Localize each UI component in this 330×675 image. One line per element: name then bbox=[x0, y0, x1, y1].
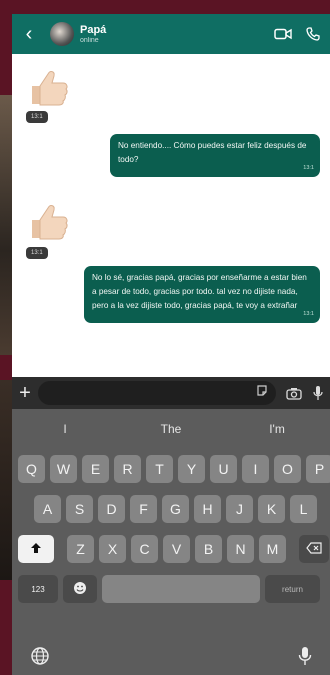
key-k[interactable]: K bbox=[258, 495, 285, 523]
sticker-icon[interactable] bbox=[256, 384, 268, 402]
phone-icon[interactable] bbox=[302, 23, 324, 45]
key-v[interactable]: V bbox=[163, 535, 190, 563]
message-text: No lo sé, gracias papá, gracias por ense… bbox=[92, 273, 307, 310]
numbers-key[interactable]: 123 bbox=[18, 575, 58, 603]
key-l[interactable]: L bbox=[290, 495, 317, 523]
message-input-bar: + bbox=[12, 377, 330, 409]
emoji-key[interactable] bbox=[63, 575, 97, 603]
plus-icon[interactable]: + bbox=[12, 383, 38, 403]
key-p[interactable]: P bbox=[306, 455, 330, 483]
key-q[interactable]: Q bbox=[18, 455, 45, 483]
contact-status: online bbox=[80, 36, 99, 44]
suggestion-item[interactable]: The bbox=[118, 422, 224, 436]
contact-info[interactable]: Papá online bbox=[80, 24, 264, 45]
key-g[interactable]: G bbox=[162, 495, 189, 523]
globe-icon[interactable] bbox=[30, 646, 50, 671]
key-row-4: 123 return bbox=[18, 575, 320, 603]
key-t[interactable]: T bbox=[146, 455, 173, 483]
key-m[interactable]: M bbox=[259, 535, 286, 563]
camera-icon[interactable] bbox=[282, 381, 306, 405]
dictation-icon[interactable] bbox=[298, 646, 312, 671]
back-arrow-icon[interactable]: ‹ bbox=[18, 24, 40, 44]
space-key[interactable] bbox=[102, 575, 260, 603]
suggestion-item[interactable]: I bbox=[12, 422, 118, 436]
message-timestamp: 13:1 bbox=[303, 311, 314, 317]
suggestion-bar: I The I'm bbox=[12, 409, 330, 449]
message-input[interactable] bbox=[38, 381, 276, 405]
key-row-3: Z X C V B N M bbox=[18, 535, 329, 563]
key-w[interactable]: W bbox=[50, 455, 77, 483]
delete-key[interactable] bbox=[299, 535, 329, 563]
thumbs-up-sticker[interactable] bbox=[26, 202, 70, 240]
sticker-timestamp: 13:1 bbox=[26, 111, 48, 123]
message-text: No entiendo.... Cómo puedes estar feliz … bbox=[118, 141, 307, 164]
key-row-2: A S D F G H J K L bbox=[34, 495, 317, 523]
video-camera-icon[interactable] bbox=[272, 23, 294, 45]
microphone-icon[interactable] bbox=[306, 381, 330, 405]
key-b[interactable]: B bbox=[195, 535, 222, 563]
key-f[interactable]: F bbox=[130, 495, 157, 523]
key-y[interactable]: Y bbox=[178, 455, 205, 483]
avatar[interactable] bbox=[50, 22, 74, 46]
key-d[interactable]: D bbox=[98, 495, 125, 523]
message-timestamp: 13:1 bbox=[303, 165, 314, 171]
chat-area: 13:1 No entiendo.... Cómo puedes estar f… bbox=[12, 54, 330, 377]
keyboard-bottom-bar bbox=[12, 641, 330, 675]
key-s[interactable]: S bbox=[66, 495, 93, 523]
delete-icon bbox=[306, 541, 322, 557]
shift-icon bbox=[30, 541, 42, 557]
key-o[interactable]: O bbox=[274, 455, 301, 483]
key-z[interactable]: Z bbox=[67, 535, 94, 563]
key-n[interactable]: N bbox=[227, 535, 254, 563]
key-x[interactable]: X bbox=[99, 535, 126, 563]
key-u[interactable]: U bbox=[210, 455, 237, 483]
key-i[interactable]: I bbox=[242, 455, 269, 483]
key-c[interactable]: C bbox=[131, 535, 158, 563]
key-r[interactable]: R bbox=[114, 455, 141, 483]
suggestion-item[interactable]: I'm bbox=[224, 422, 330, 436]
key-h[interactable]: H bbox=[194, 495, 221, 523]
thumbs-up-sticker[interactable] bbox=[26, 68, 70, 106]
chat-header: ‹ Papá online bbox=[12, 14, 330, 54]
shift-key[interactable] bbox=[18, 535, 54, 563]
contact-name: Papá bbox=[80, 23, 107, 36]
sent-message[interactable]: No lo sé, gracias papá, gracias por ense… bbox=[84, 266, 320, 323]
phone-screen: ‹ Papá online 13:1 No entiendo.... Cómo … bbox=[12, 14, 330, 675]
keyboard: I The I'm Q W E R T Y U I O P A S D F G … bbox=[12, 409, 330, 675]
key-e[interactable]: E bbox=[82, 455, 109, 483]
emoji-icon bbox=[73, 581, 87, 598]
key-row-1: Q W E R T Y U I O P bbox=[18, 455, 330, 483]
sticker-timestamp: 13:1 bbox=[26, 247, 48, 259]
return-key[interactable]: return bbox=[265, 575, 320, 603]
sent-message[interactable]: No entiendo.... Cómo puedes estar feliz … bbox=[110, 134, 320, 177]
key-a[interactable]: A bbox=[34, 495, 61, 523]
key-j[interactable]: J bbox=[226, 495, 253, 523]
